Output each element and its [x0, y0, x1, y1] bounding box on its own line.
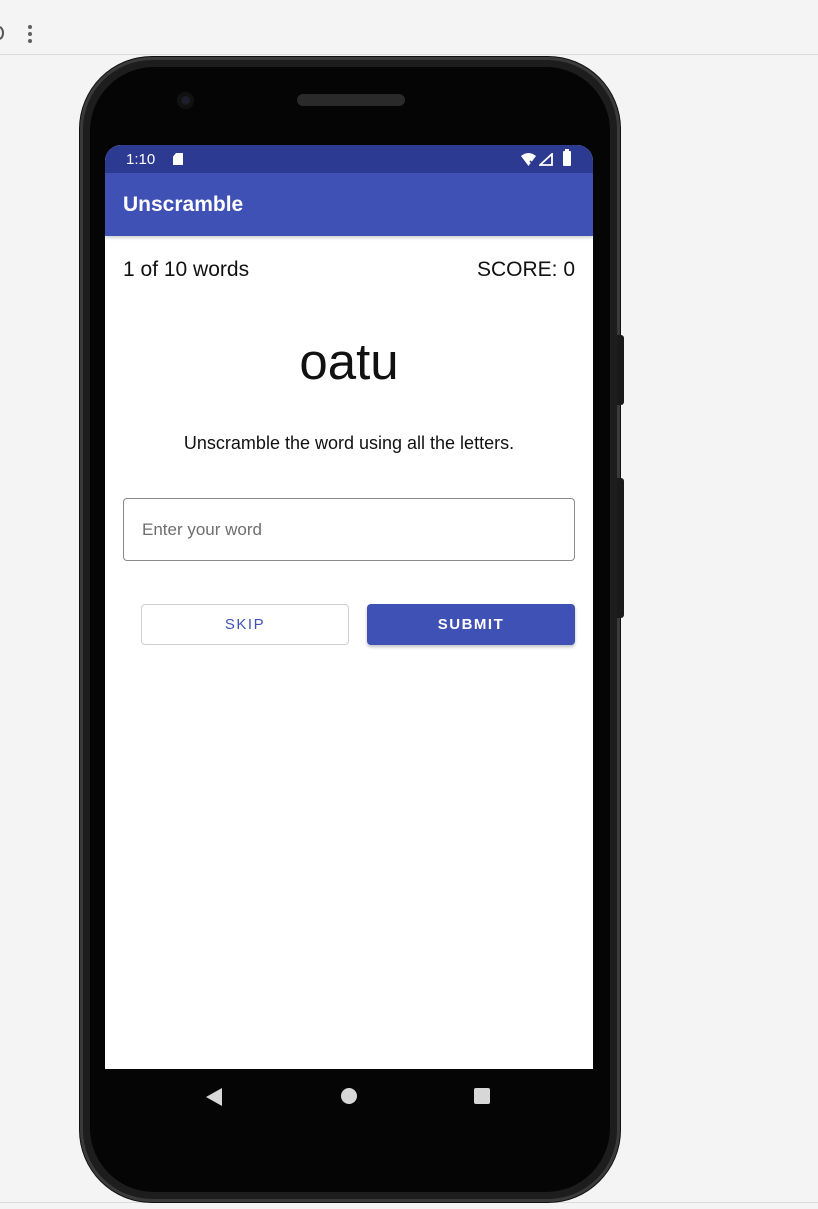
word-input[interactable]: [123, 498, 575, 561]
status-time: 1:10: [126, 151, 156, 168]
signal-icon: [539, 153, 553, 166]
skip-button[interactable]: SKIP: [141, 604, 349, 645]
refresh-icon[interactable]: [0, 26, 4, 40]
battery-icon: [563, 149, 571, 166]
word-count: 1 of 10 words: [123, 258, 250, 281]
app-bar: Unscramble: [105, 173, 593, 236]
recents-icon[interactable]: [474, 1088, 490, 1104]
emulator-toolbar: [0, 0, 818, 55]
earpiece-speaker: [297, 94, 405, 106]
power-button[interactable]: [617, 335, 624, 405]
sd-card-icon: [173, 153, 183, 165]
more-vert-icon[interactable]: [25, 24, 35, 44]
camera-icon: [177, 92, 194, 109]
score-label: SCORE: 0: [476, 258, 575, 281]
back-icon[interactable]: [206, 1088, 222, 1106]
status-bar: 1:10: [105, 145, 593, 173]
home-icon[interactable]: [341, 1088, 357, 1104]
instructions-text: Unscramble the word using all the letter…: [183, 433, 515, 453]
scrambled-word: oatu: [299, 333, 399, 390]
submit-button[interactable]: SUBMIT: [367, 604, 575, 645]
emulator-bottom-divider: [0, 1202, 818, 1203]
wifi-icon: [521, 153, 536, 166]
app-screen: 1:10 Unscramble 1 of 10 words SCORE: 0 o…: [105, 145, 593, 1069]
volume-button[interactable]: [617, 478, 624, 618]
navigation-bar: [105, 1069, 593, 1125]
app-title: Unscramble: [123, 193, 244, 216]
